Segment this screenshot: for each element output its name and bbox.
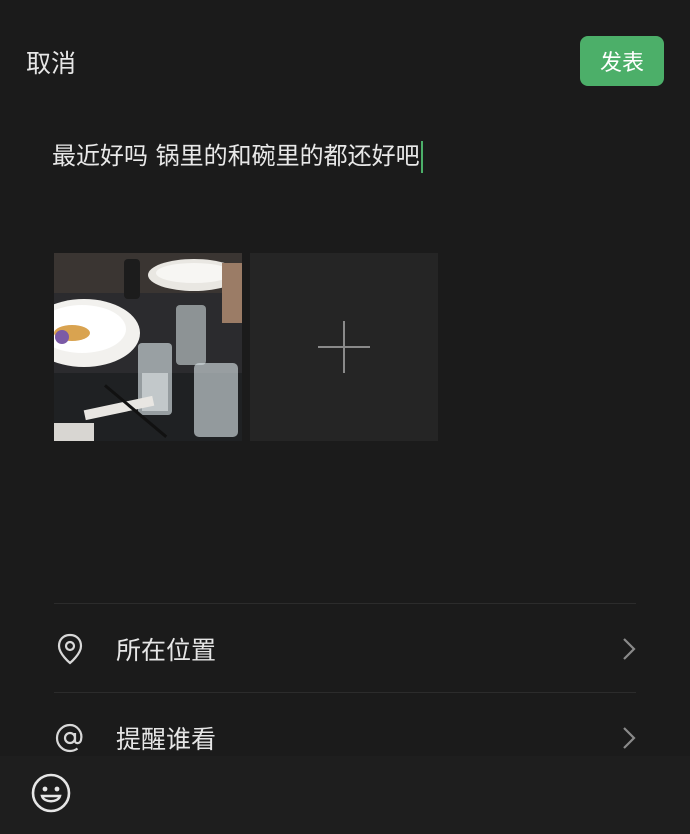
add-photo-button[interactable] — [250, 253, 438, 441]
chevron-right-icon — [622, 637, 636, 665]
post-text-input[interactable]: 最近好吗 锅里的和碗里的都还好吧 — [52, 136, 652, 173]
remind-label: 提醒谁看 — [116, 725, 217, 754]
emoji-icon[interactable] — [30, 772, 72, 814]
location-row[interactable]: 所在位置 — [54, 619, 654, 679]
bottom-toolbar — [0, 756, 690, 834]
divider — [54, 692, 636, 693]
cancel-button[interactable]: 取消 — [26, 44, 76, 80]
dinner-table-photo — [54, 253, 242, 441]
post-text-value: 最近好吗 锅里的和碗里的都还好吧 — [52, 142, 420, 170]
chevron-right-icon — [622, 726, 636, 754]
location-pin-icon — [54, 633, 86, 665]
photo-thumbnail[interactable] — [54, 253, 242, 441]
divider — [54, 603, 636, 604]
text-caret — [420, 141, 423, 173]
location-label: 所在位置 — [116, 636, 217, 665]
moments-compose-screen: 取消 发表 最近好吗 锅里的和碗里的都还好吧 所在位置 提醒谁看 — [0, 0, 690, 834]
at-icon — [54, 722, 86, 754]
publish-button[interactable]: 发表 — [580, 36, 664, 86]
